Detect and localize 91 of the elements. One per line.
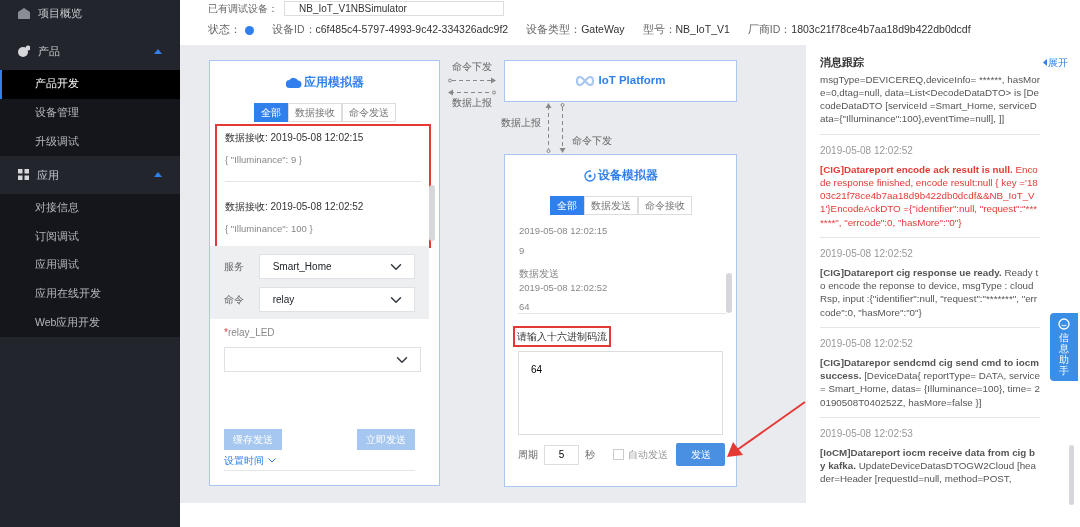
message-text: [CIG]Datareport cig response ue ready. Ready to encode the reponse to device, msgType : cloudRsp, input :{"identifier":null, "request":"*******", "errcode":0, "hasMore":"0"} (820, 266, 1040, 319)
log-line: 2019-05-08 12:02:52 (519, 281, 609, 295)
field-label: 厂商ID： (747, 22, 792, 38)
checkbox[interactable] (613, 449, 624, 461)
input-label: 请输入十六进制码流 (515, 328, 609, 346)
field-value: c6f485c4-5797-4993-9c42-334326adc9f2 (315, 22, 509, 38)
field-label: 服务 (224, 260, 245, 275)
message-time: 2019-05-08 12:02:52 (820, 336, 914, 350)
connector-label: 命令下发 (452, 60, 492, 74)
message-time: 2019-05-08 12:02:52 (820, 143, 914, 157)
sidebar-label: 项目概览 (38, 5, 82, 21)
period-field[interactable]: 5 (544, 444, 579, 465)
dropdown[interactable]: relay (258, 287, 415, 313)
log-value: 64 (519, 300, 531, 315)
field-value: 1803c21f78ce4b7aa18d9b422db0dcdf (791, 22, 971, 38)
field-label: 设备类型： (526, 22, 582, 38)
panel-title: 消息跟踪 (820, 55, 864, 70)
schedule-link[interactable]: 设置时间 (224, 453, 276, 469)
arrow-down-icon (559, 102, 566, 154)
connector-label: 数据上报 (452, 96, 492, 111)
infinity-icon (575, 76, 596, 86)
product-icon (18, 45, 30, 57)
device-select[interactable]: NB_IoT_V1NBSimulator (284, 1, 504, 16)
log-title: 数据接收: 2019-05-08 12:02:52 (225, 199, 365, 214)
cloud-icon (285, 77, 302, 89)
field-label: 型号： (642, 22, 676, 38)
status-dot (245, 25, 254, 35)
log-title: 数据接收: 2019-05-08 12:02:15 (225, 131, 365, 146)
field-label: 已有调试设备： (208, 2, 278, 16)
log-line: 数据发送 (519, 266, 560, 281)
message-text: [IoCM]Datareport iocm receive data from cig by kafka. UpdateDeviceDatasDTOGW2Cloud [header=Header [requestId=null, method=POST, (820, 446, 1038, 486)
sidebar-subitem[interactable]: 产品开发 (0, 70, 180, 99)
expand-link[interactable]: 展开 (1043, 55, 1068, 71)
dropdown[interactable] (224, 347, 421, 373)
sidebar-subitem[interactable]: 应用调试 (0, 250, 180, 280)
tab[interactable]: 命令接收 (637, 196, 692, 216)
message-time: 2019-05-08 12:02:53 (820, 426, 914, 440)
scrollbar[interactable] (726, 273, 732, 313)
scrollbar[interactable] (429, 185, 435, 241)
period-label: 周期 (518, 448, 538, 463)
log-value: 9 (519, 243, 526, 258)
home-icon (18, 7, 30, 19)
field-label: 状态： (208, 22, 241, 38)
sidebar-subitem[interactable]: 设备管理 (0, 98, 180, 128)
panel-title: 应用模拟器 (303, 74, 364, 90)
field-label: 命令 (224, 293, 245, 308)
tab[interactable]: 数据发送 (583, 196, 638, 216)
connector-label: 数据上报 (500, 116, 541, 130)
log-body: { "Illuminance": 9 } (225, 153, 303, 168)
tab[interactable]: 命令发送 (341, 103, 396, 123)
required-mark: * (224, 327, 228, 339)
scrollbar[interactable] (1069, 445, 1074, 505)
helper-label: 信息助手 (1059, 332, 1069, 376)
field-value: GateWay (581, 22, 625, 38)
connector-label: 命令下发 (572, 134, 612, 148)
arrow-up-icon (545, 102, 552, 154)
target-icon (583, 169, 596, 182)
tab[interactable]: 全部 (549, 196, 584, 216)
sidebar-subitem[interactable]: Web应用开发 (0, 308, 180, 337)
message-text: msgType=DEVICEREQ,deviceInfo= ******, hasMore=0,dtag=null, data=List<DecodeDataDTO> is [DecodeDataDTO [serviceId =Smart_Home, serviceData={"Illuminance":100},eventTime=null], ]] (820, 72, 1040, 126)
field-label: relay_LED (227, 327, 275, 339)
tab[interactable]: 全部 (253, 103, 288, 123)
platform-title: IoT Platform (598, 73, 666, 89)
chevron-down-icon (268, 458, 276, 464)
field-label: 设备ID： (272, 22, 316, 38)
sidebar-item[interactable]: 应用 (0, 155, 180, 194)
chat-icon (1058, 318, 1070, 330)
checkbox-label: 自动发送 (628, 448, 668, 463)
grid-icon (18, 169, 29, 181)
arrow-right-icon (447, 77, 497, 85)
caret-left-icon (1043, 59, 1047, 67)
message-text: [CIG]Datareport encode ack result is null. Encode response finished, encode result:null { key ='1803c21f78ce4b7aa18d9b422db0dcdf&&NB_IoT_V1'}EncodeAckDTO ={"identifier":null, "request":"*******", "errcode":0, "hasMore":"0"} (820, 162, 1039, 229)
tab[interactable]: 数据接收 (287, 103, 342, 123)
sidebar-subitem[interactable]: 应用在线开发 (0, 279, 180, 309)
sidebar-subitem[interactable]: 升级调试 (0, 127, 180, 156)
log-body: { "Illuminance": 100 } (225, 221, 314, 236)
unit-label: 秒 (585, 448, 595, 463)
sidebar-subitem[interactable]: 订阅调试 (0, 222, 180, 251)
message-text: [CIG]Datarepor sendcmd cig send cmd to iocm success. [DeviceData{ reportType= DATA, service= Smart_Home, datas= {Illuminance=100}, time= 20190508T040252Z, hasMore=false }] (820, 356, 1040, 409)
sidebar-subitem[interactable]: 对接信息 (0, 193, 180, 223)
hex-input-field[interactable]: 64 (518, 351, 723, 436)
sidebar-item[interactable]: 项目概览 (0, 0, 180, 32)
sidebar-item[interactable]: 产品 (0, 32, 180, 70)
sidebar-label: 产品 (38, 43, 60, 59)
panel-title: 设备模拟器 (597, 167, 658, 183)
message-time: 2019-05-08 12:02:52 (820, 246, 914, 260)
sidebar-label: 应用 (37, 167, 59, 183)
field-value: NB_IoT_V1 (675, 22, 730, 38)
log-line: 2019-05-08 12:02:15 (519, 224, 609, 239)
dropdown[interactable]: Smart_Home (258, 254, 415, 280)
arrow-left-icon (447, 89, 497, 97)
